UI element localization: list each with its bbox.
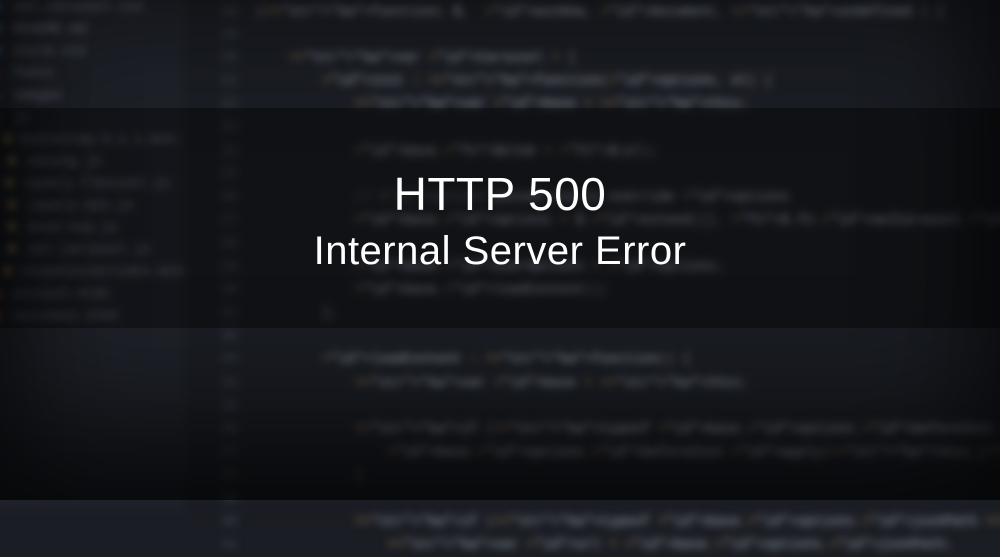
code-line: 40 =="str">"kw">if (=="str">"kw">typeof … — [206, 510, 1000, 533]
code-line: 41 =="str">"kw">var ="id">url = ="id">ba… — [206, 534, 1000, 557]
error-subheading: Internal Server Error — [314, 229, 687, 274]
error-code-heading: HTTP 500 — [394, 167, 607, 221]
error-message-overlay: HTTP 500 Internal Server Error — [0, 0, 1000, 500]
